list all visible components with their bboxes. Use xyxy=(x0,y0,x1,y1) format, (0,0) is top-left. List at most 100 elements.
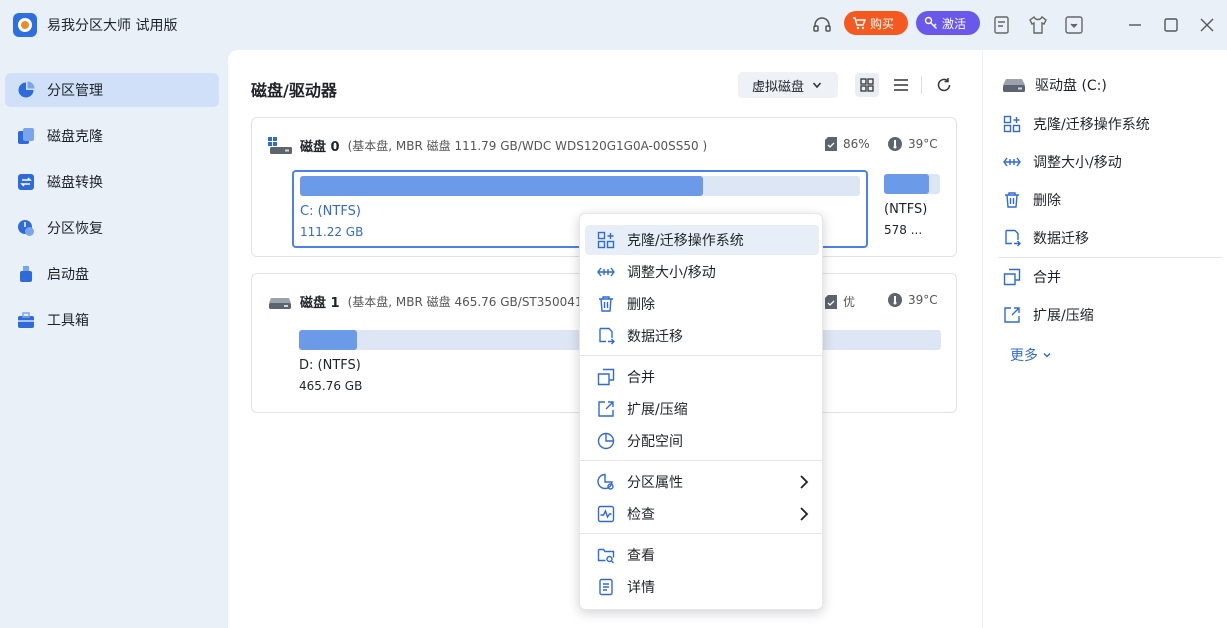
clone-icon xyxy=(18,128,34,144)
partition-properties-icon xyxy=(597,473,614,490)
partition-recovery[interactable]: (NTFS) 578 ... xyxy=(884,174,940,244)
page-title: 磁盘/驱动器 xyxy=(251,81,337,100)
merge-icon xyxy=(1003,268,1021,286)
grid-view-button[interactable] xyxy=(855,73,879,97)
menu-item-label: 查看 xyxy=(627,548,655,564)
disk-name: 磁盘 0 xyxy=(300,140,340,155)
sidebar-item-partition-recovery[interactable]: 分区恢复 xyxy=(5,211,219,245)
sidebar-item-disk-clone[interactable]: 磁盘克隆 xyxy=(5,119,219,153)
app-title: 易我分区大师 试用版 xyxy=(47,18,178,34)
action-clone-os[interactable]: 克隆/迁移操作系统 xyxy=(1003,114,1150,134)
minimize-icon[interactable] xyxy=(1124,14,1146,36)
buy-button[interactable]: 购买 xyxy=(844,11,908,35)
sidebar-item-toolbox[interactable]: 工具箱 xyxy=(5,303,219,337)
action-merge[interactable]: 合并 xyxy=(1003,267,1061,287)
sidebar-item-label: 分区管理 xyxy=(47,83,103,99)
health-disk-icon xyxy=(825,294,837,309)
check-pulse-icon xyxy=(597,505,615,523)
resize-move-icon xyxy=(597,267,615,277)
sidebar-item-label: 启动盘 xyxy=(47,267,89,283)
chevron-down-icon xyxy=(812,82,822,89)
menu-item-details[interactable]: 详情 xyxy=(585,572,819,602)
key-icon xyxy=(924,16,937,29)
virtual-disk-select[interactable]: 虚拟磁盘 xyxy=(738,72,838,98)
merge-icon xyxy=(597,368,615,386)
headset-icon[interactable] xyxy=(811,14,833,36)
disk-health: 86% xyxy=(825,137,870,151)
hard-disk-icon xyxy=(269,297,291,309)
menu-item-delete[interactable]: 删除 xyxy=(585,289,819,319)
disk-info: (基本盘, MBR 磁盘 111.79 GB/WDC WDS120G1G0A-0… xyxy=(347,139,708,153)
maximize-icon[interactable] xyxy=(1160,14,1182,36)
menu-item-merge[interactable]: 合并 xyxy=(585,362,819,392)
sidebar-item-partition-manage[interactable]: 分区管理 xyxy=(5,73,219,107)
title-bar: 易我分区大师 试用版 购买 激活 xyxy=(0,0,1227,50)
action-data-migration[interactable]: 数据迁移 xyxy=(1003,228,1089,248)
selected-drive: 驱动盘 (C:) xyxy=(1003,75,1107,95)
chevron-down-icon xyxy=(1043,352,1051,358)
partition-context-menu: 克隆/迁移操作系统 调整大小/移动 删除 数据迁移 合并 扩展/压缩 分配空间 … xyxy=(579,213,823,610)
trash-icon xyxy=(1005,192,1019,208)
recover-icon xyxy=(18,220,34,236)
sidebar-item-label: 分区恢复 xyxy=(47,221,103,237)
menu-item-extend-shrink[interactable]: 扩展/压缩 xyxy=(585,394,819,424)
sidebar-item-boot-disk[interactable]: 启动盘 xyxy=(5,257,219,291)
disk-health: 优 xyxy=(825,293,855,310)
action-label: 扩展/压缩 xyxy=(1033,308,1094,324)
toolbar-divider xyxy=(921,76,922,94)
menu-item-label: 调整大小/移动 xyxy=(627,265,716,281)
menu-item-label: 删除 xyxy=(627,297,655,313)
allocate-space-icon xyxy=(597,432,615,450)
feedback-icon[interactable] xyxy=(991,14,1013,36)
extend-shrink-icon xyxy=(1004,307,1020,323)
menu-item-check[interactable]: 检查 xyxy=(585,499,819,529)
action-panel: 驱动盘 (C:) 克隆/迁移操作系统 调整大小/移动 删除 数据迁移 合并 扩展… xyxy=(982,50,1227,628)
close-icon[interactable] xyxy=(1196,14,1218,36)
more-button[interactable]: 更多 xyxy=(1010,345,1052,365)
menu-divider xyxy=(580,355,822,356)
partition-size: 578 ... xyxy=(884,223,923,237)
folder-search-icon xyxy=(597,548,615,564)
partition-label: (NTFS) xyxy=(884,202,928,217)
partition-size: 111.22 GB xyxy=(300,225,364,239)
menu-item-resize-move[interactable]: 调整大小/移动 xyxy=(585,257,819,287)
partition-usage-fill xyxy=(299,330,357,350)
refresh-button[interactable] xyxy=(932,73,956,97)
clone-os-icon xyxy=(1003,115,1021,133)
action-delete[interactable]: 删除 xyxy=(1003,190,1061,210)
skin-tshirt-icon[interactable] xyxy=(1027,14,1049,36)
sidebar-item-disk-convert[interactable]: 磁盘转换 xyxy=(5,165,219,199)
partition-size: 465.76 GB xyxy=(299,379,363,393)
action-resize-move[interactable]: 调整大小/移动 xyxy=(1003,152,1122,172)
menu-item-data-migration[interactable]: 数据迁移 xyxy=(585,321,819,351)
partition-usage-bar xyxy=(884,174,940,194)
menu-item-label: 分区属性 xyxy=(627,475,683,491)
chevron-right-icon xyxy=(800,507,809,521)
action-extend-shrink[interactable]: 扩展/压缩 xyxy=(1003,305,1094,325)
disk-name: 磁盘 1 xyxy=(300,296,340,311)
extend-shrink-icon xyxy=(598,401,614,417)
disk-temperature: 39°C xyxy=(888,293,938,307)
drive-icon xyxy=(1003,79,1025,92)
disk-temperature: 39°C xyxy=(888,137,938,151)
pie-chart-icon xyxy=(18,81,35,98)
menu-item-partition-properties[interactable]: 分区属性 xyxy=(585,467,819,497)
partition-label: D: (NTFS) xyxy=(299,358,361,373)
activate-button[interactable]: 激活 xyxy=(916,11,980,35)
menu-divider xyxy=(580,460,822,461)
virtual-disk-select-label: 虚拟磁盘 xyxy=(752,79,805,95)
refresh-icon xyxy=(937,78,951,92)
disk-health-value: 86% xyxy=(843,137,870,151)
menu-item-view[interactable]: 查看 xyxy=(585,540,819,570)
disk-temperature-value: 39°C xyxy=(908,137,938,151)
buy-label: 购买 xyxy=(870,16,895,31)
partition-usage-fill xyxy=(884,174,929,194)
clone-os-icon xyxy=(597,231,615,249)
menu-dropdown-icon[interactable] xyxy=(1063,14,1085,36)
data-migration-icon xyxy=(1005,229,1021,247)
menu-item-clone-os[interactable]: 克隆/迁移操作系统 xyxy=(585,225,819,255)
activate-label: 激活 xyxy=(942,16,967,31)
menu-item-allocate-space[interactable]: 分配空间 xyxy=(585,426,819,456)
list-view-button[interactable] xyxy=(889,73,913,97)
app-logo-icon xyxy=(13,13,37,37)
